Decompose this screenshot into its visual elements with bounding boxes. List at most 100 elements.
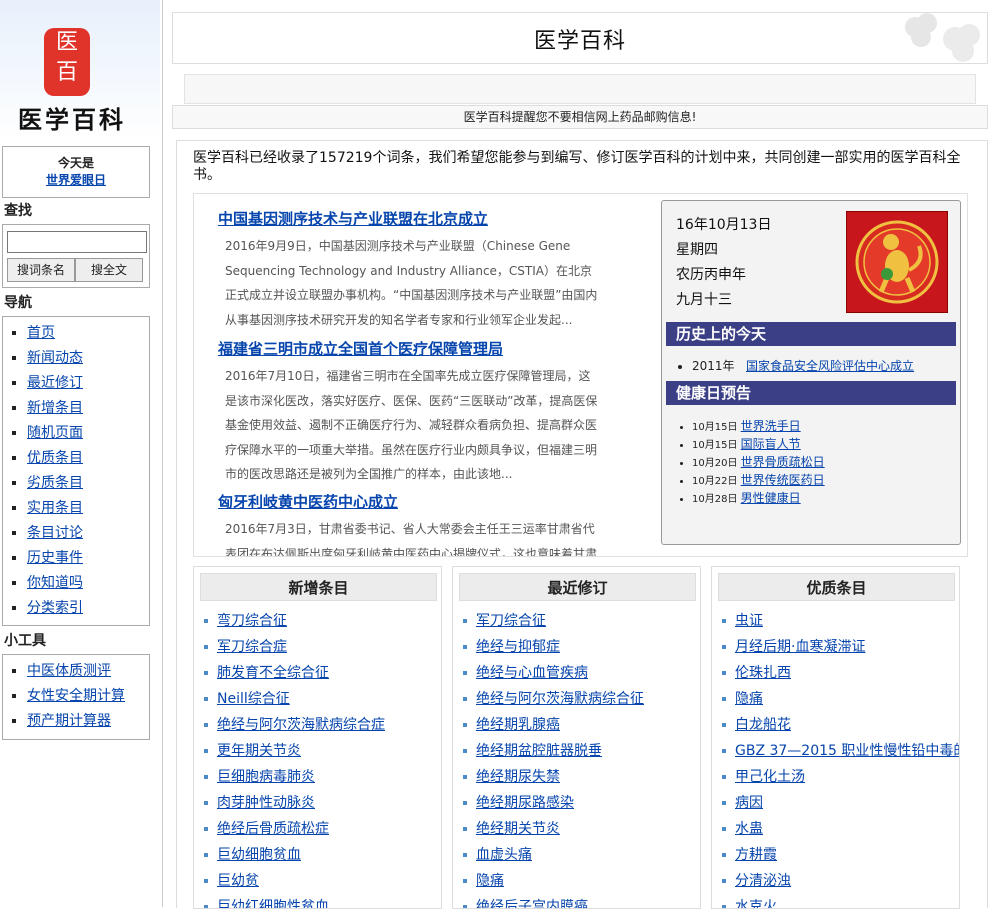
nav-link-random[interactable]: 随机页面	[27, 425, 83, 441]
nav-link-poor[interactable]: 劣质条目	[27, 475, 83, 491]
column-heading: 新增条目	[200, 573, 437, 601]
health-item: 10月15日 世界洗手日	[692, 417, 825, 435]
nav-link-history[interactable]: 历史事件	[27, 550, 83, 566]
history-link[interactable]: 国家食品安全风险评估中心成立	[746, 359, 914, 373]
bullet-icon	[722, 801, 726, 805]
tool-item: 预产期计算器	[27, 711, 149, 736]
entry-link[interactable]: 方耕霞	[735, 847, 777, 863]
entry-link[interactable]: 绝经期关节炎	[476, 821, 560, 837]
bullet-icon	[204, 645, 208, 649]
nav-link-quality[interactable]: 优质条目	[27, 450, 83, 466]
column-quality-entries: 优质条目 虫证 月经后期·血寒凝滞证 伦珠扎西 隐痛 白龙船花 GBZ 37—2…	[711, 566, 960, 909]
search-fulltext-button[interactable]: 搜全文	[75, 258, 143, 282]
search-input[interactable]	[7, 231, 147, 253]
entry-link[interactable]: 绝经期尿失禁	[476, 769, 560, 785]
entry-link[interactable]: 甲己化土汤	[735, 769, 805, 785]
news-title[interactable]: 福建省三明市成立全国首个医疗保障管理局	[218, 338, 503, 359]
list-item: 肺发育不全综合征	[194, 663, 385, 689]
date-line: 16年10月13日	[676, 217, 772, 233]
search-entry-button[interactable]: 搜词条名	[7, 258, 75, 282]
health-list: 10月15日 世界洗手日 10月15日 国际盲人节 10月20日 世界骨质疏松日…	[692, 417, 825, 507]
health-link[interactable]: 男性健康日	[741, 491, 801, 505]
list-item: 隐痛	[712, 689, 959, 715]
entry-link[interactable]: 绝经后子宫内膜癌	[476, 899, 588, 908]
entry-link[interactable]: 绝经期乳腺癌	[476, 717, 560, 733]
entry-link[interactable]: 巨细胞病毒肺炎	[217, 769, 315, 785]
entry-link[interactable]: 绝经期尿路感染	[476, 795, 574, 811]
bullet-icon	[463, 671, 467, 675]
entry-link[interactable]: 隐痛	[476, 873, 504, 889]
bullet-icon	[204, 905, 208, 908]
nav-link-new[interactable]: 新增条目	[27, 400, 83, 416]
list-item: Neill综合征	[194, 689, 385, 715]
list-item: 绝经期尿路感染	[453, 793, 644, 819]
nav-link-news[interactable]: 新闻动态	[27, 350, 83, 366]
tool-link-due-date[interactable]: 预产期计算器	[27, 713, 111, 729]
entry-link[interactable]: 巨幼细胞贫血	[217, 847, 301, 863]
entry-link[interactable]: 弯刀综合征	[217, 613, 287, 629]
nav-item: 你知道吗	[27, 573, 149, 598]
tool-link-safe-period[interactable]: 女性安全期计算	[27, 688, 125, 704]
nav-title: 导航	[4, 295, 32, 311]
entry-link[interactable]: 分清泌浊	[735, 873, 791, 889]
nav-link-category[interactable]: 分类索引	[27, 600, 83, 616]
entry-link[interactable]: 水克火	[735, 899, 777, 908]
nav-link-didyouknow[interactable]: 你知道吗	[27, 575, 83, 591]
entry-link[interactable]: 更年期关节炎	[217, 743, 301, 759]
tools-title: 小工具	[4, 633, 46, 649]
entry-link[interactable]: 巨幼红细胞性贫血	[217, 899, 329, 908]
list-item: 绝经期关节炎	[453, 819, 644, 845]
notice-bar: 医学百科提醒您不要相信网上药品邮购信息!	[172, 105, 988, 129]
entry-link[interactable]: 军刀综合征	[476, 613, 546, 629]
entry-link[interactable]: 绝经后骨质疏松症	[217, 821, 329, 837]
entry-link[interactable]: 虫证	[735, 613, 763, 629]
seal-char-bottom: 百	[55, 60, 78, 85]
bullet-icon	[463, 905, 467, 908]
entry-link[interactable]: 绝经期盆腔脏器脱垂	[476, 743, 602, 759]
health-item: 10月22日 世界传统医药日	[692, 471, 825, 489]
list-item: 方耕霞	[712, 845, 959, 871]
entry-link[interactable]: GBZ 37—2015 职业性慢性铅中毒的	[735, 743, 959, 759]
bullet-icon	[463, 723, 467, 727]
entry-link[interactable]: 肺发育不全综合征	[217, 665, 329, 681]
nav-link-recent[interactable]: 最近修订	[27, 375, 83, 391]
nav-link-home[interactable]: 首页	[27, 325, 55, 341]
entry-link[interactable]: 肉芽肿性动脉炎	[217, 795, 315, 811]
entry-link[interactable]: 军刀综合症	[217, 639, 287, 655]
list-item: 月经后期·血寒凝滞证	[712, 637, 959, 663]
entry-link[interactable]: 伦珠扎西	[735, 665, 791, 681]
list-item: 绝经与阿尔茨海默病综合症	[194, 715, 385, 741]
nav-item: 新增条目	[27, 398, 149, 423]
bullet-icon	[463, 801, 467, 805]
news-title[interactable]: 中国基因测序技术与产业联盟在北京成立	[218, 208, 488, 229]
entry-link[interactable]: 水蛊	[735, 821, 763, 837]
nav-link-discuss[interactable]: 条目讨论	[27, 525, 83, 541]
entry-link[interactable]: 隐痛	[735, 691, 763, 707]
tool-link-constitution[interactable]: 中医体质测评	[27, 663, 111, 679]
entry-link[interactable]: 血虚头痛	[476, 847, 532, 863]
entry-link[interactable]: 白龙船花	[735, 717, 791, 733]
news-title[interactable]: 匈牙利岐黄中医药中心成立	[218, 491, 398, 512]
bullet-icon	[722, 775, 726, 779]
entry-link[interactable]: 绝经与心血管疾病	[476, 665, 588, 681]
logo[interactable]: 医 百 医学百科	[0, 0, 160, 140]
health-link[interactable]: 国际盲人节	[741, 437, 801, 451]
bullet-icon	[463, 619, 467, 623]
health-link[interactable]: 世界洗手日	[741, 419, 801, 433]
entry-link[interactable]: Neill综合征	[217, 691, 290, 707]
health-date: 10月15日	[692, 422, 738, 433]
nav-item: 新闻动态	[27, 348, 149, 373]
entry-link[interactable]: 绝经与阿尔茨海默病综合征	[476, 691, 644, 707]
today-link[interactable]: 世界爱眼日	[46, 173, 106, 187]
entry-link[interactable]: 巨幼贫	[217, 873, 259, 889]
entry-link[interactable]: 绝经与阿尔茨海默病综合症	[217, 717, 385, 733]
entry-link[interactable]: 病因	[735, 795, 763, 811]
health-link[interactable]: 世界骨质疏松日	[741, 455, 825, 469]
entry-link[interactable]: 绝经与抑郁症	[476, 639, 560, 655]
list-item: 肉芽肿性动脉炎	[194, 793, 385, 819]
bullet-icon	[204, 723, 208, 727]
nav-link-useful[interactable]: 实用条目	[27, 500, 83, 516]
health-link[interactable]: 世界传统医药日	[741, 473, 825, 487]
bullet-icon	[204, 801, 208, 805]
entry-link[interactable]: 月经后期·血寒凝滞证	[735, 639, 865, 655]
